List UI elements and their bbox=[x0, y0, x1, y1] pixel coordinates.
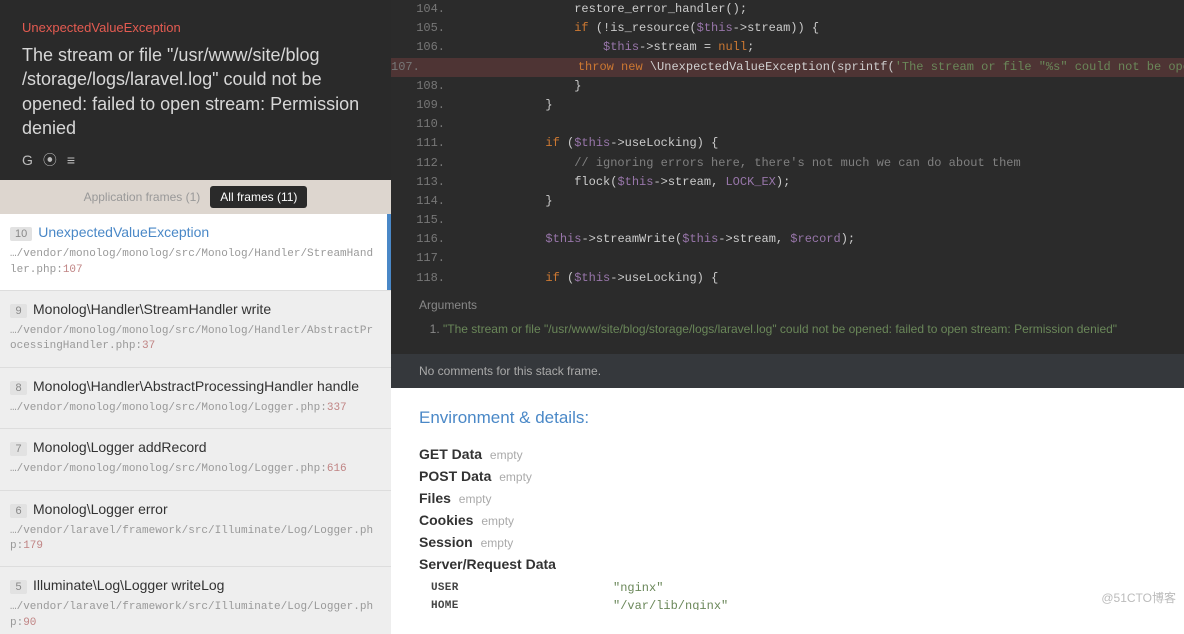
code-line: 106. $this->stream = null; bbox=[391, 38, 1184, 57]
frame-path: …/vendor/monolog/monolog/src/Monolog/Log… bbox=[10, 401, 379, 416]
frame-title: Illuminate\Log\Logger writeLog bbox=[33, 577, 224, 593]
stack-frame[interactable]: 8 Monolog\Handler\AbstractProcessingHandl… bbox=[0, 368, 391, 429]
tab-application-frames[interactable]: Application frames (1) bbox=[84, 190, 201, 204]
stackoverflow-icon[interactable]: ≡ bbox=[67, 152, 75, 168]
env-section[interactable]: GET Data empty bbox=[419, 446, 1156, 462]
tab-all-frames[interactable]: All frames (11) bbox=[210, 186, 307, 208]
code-line: 107. throw new \UnexpectedValueException… bbox=[391, 58, 1184, 77]
frame-title: Monolog\Logger error bbox=[33, 501, 168, 517]
frame-title: Monolog\Handler\StreamHandler write bbox=[33, 301, 271, 317]
stack-frame[interactable]: 7 Monolog\Logger addRecord …/vendor/monolo… bbox=[0, 429, 391, 490]
exception-message: The stream or file "/usr/www/site/blog /… bbox=[22, 43, 369, 140]
argument-item: "The stream or file "/usr/www/site/blog/… bbox=[443, 322, 1156, 336]
arguments-panel: Arguments "The stream or file "/usr/www/… bbox=[391, 288, 1184, 354]
code-line: 118. if ($this->useLocking) { bbox=[391, 269, 1184, 288]
frame-path: …/vendor/monolog/monolog/src/Monolog/Han… bbox=[10, 247, 379, 278]
watermark: @51CTO博客 bbox=[1101, 589, 1176, 606]
stack-frame[interactable]: 6 Monolog\Logger error …/vendor/laravel/fr… bbox=[0, 491, 391, 568]
frame-number: 9 bbox=[10, 304, 27, 318]
code-viewer: 104. restore_error_handler();105. if (!i… bbox=[391, 0, 1184, 288]
stack-frame[interactable]: 9 Monolog\Handler\StreamHandler write …/ve… bbox=[0, 291, 391, 368]
frames-tabs: Application frames (1) All frames (11) bbox=[0, 180, 391, 214]
code-line: 104. restore_error_handler(); bbox=[391, 0, 1184, 19]
search-icons-row: G ⦿ ≡ bbox=[22, 150, 369, 170]
env-section[interactable]: Server/Request Data bbox=[419, 556, 1156, 572]
code-line: 105. if (!is_resource($this->stream)) { bbox=[391, 19, 1184, 38]
stack-frame[interactable]: 10 UnexpectedValueException …/vendor/monol… bbox=[0, 214, 391, 291]
server-data-table: USER"nginx"HOME"/var/lib/nginx"HTTP_CACH… bbox=[419, 578, 730, 610]
frame-number: 10 bbox=[10, 227, 32, 241]
github-icon[interactable]: G bbox=[22, 152, 33, 168]
frame-number: 7 bbox=[10, 442, 27, 456]
env-section[interactable]: Cookies empty bbox=[419, 512, 1156, 528]
frame-path: …/vendor/monolog/monolog/src/Monolog/Log… bbox=[10, 462, 379, 477]
exception-name: UnexpectedValueException bbox=[22, 20, 369, 35]
code-line: 114. } bbox=[391, 192, 1184, 211]
frame-number: 5 bbox=[10, 580, 27, 594]
arguments-title: Arguments bbox=[419, 298, 1156, 312]
google-icon[interactable]: ⦿ bbox=[43, 150, 57, 170]
env-section[interactable]: Session empty bbox=[419, 534, 1156, 550]
code-line: 109. } bbox=[391, 96, 1184, 115]
stackframe-comments: No comments for this stack frame. bbox=[391, 354, 1184, 388]
stack-frame[interactable]: 5 Illuminate\Log\Logger writeLog …/vendor/… bbox=[0, 567, 391, 634]
frame-number: 6 bbox=[10, 504, 27, 518]
server-data-row: HOME"/var/lib/nginx" bbox=[421, 598, 728, 610]
frame-title: Monolog\Handler\AbstractProcessingHandle… bbox=[33, 378, 359, 394]
code-line: 110. bbox=[391, 115, 1184, 134]
frame-path: …/vendor/laravel/framework/src/Illuminat… bbox=[10, 524, 379, 555]
frame-path: …/vendor/monolog/monolog/src/Monolog/Han… bbox=[10, 324, 379, 355]
frames-list: 10 UnexpectedValueException …/vendor/monol… bbox=[0, 214, 391, 634]
server-data-row: USER"nginx" bbox=[421, 580, 728, 596]
code-line: 111. if ($this->useLocking) { bbox=[391, 134, 1184, 153]
env-section[interactable]: Files empty bbox=[419, 490, 1156, 506]
frame-title: Monolog\Logger addRecord bbox=[33, 439, 207, 455]
environment-panel: Environment & details: GET Data empty POS… bbox=[391, 388, 1184, 610]
exception-header: UnexpectedValueException The stream or f… bbox=[0, 0, 391, 180]
code-line: 112. // ignoring errors here, there's no… bbox=[391, 154, 1184, 173]
frame-title: UnexpectedValueException bbox=[38, 224, 209, 240]
code-line: 113. flock($this->stream, LOCK_EX); bbox=[391, 173, 1184, 192]
code-line: 116. $this->streamWrite($this->stream, $… bbox=[391, 230, 1184, 249]
code-line: 108. } bbox=[391, 77, 1184, 96]
environment-title: Environment & details: bbox=[419, 408, 1156, 428]
code-line: 117. bbox=[391, 249, 1184, 268]
env-section[interactable]: POST Data empty bbox=[419, 468, 1156, 484]
frame-number: 8 bbox=[10, 381, 27, 395]
code-line: 115. bbox=[391, 211, 1184, 230]
frame-path: …/vendor/laravel/framework/src/Illuminat… bbox=[10, 600, 379, 631]
